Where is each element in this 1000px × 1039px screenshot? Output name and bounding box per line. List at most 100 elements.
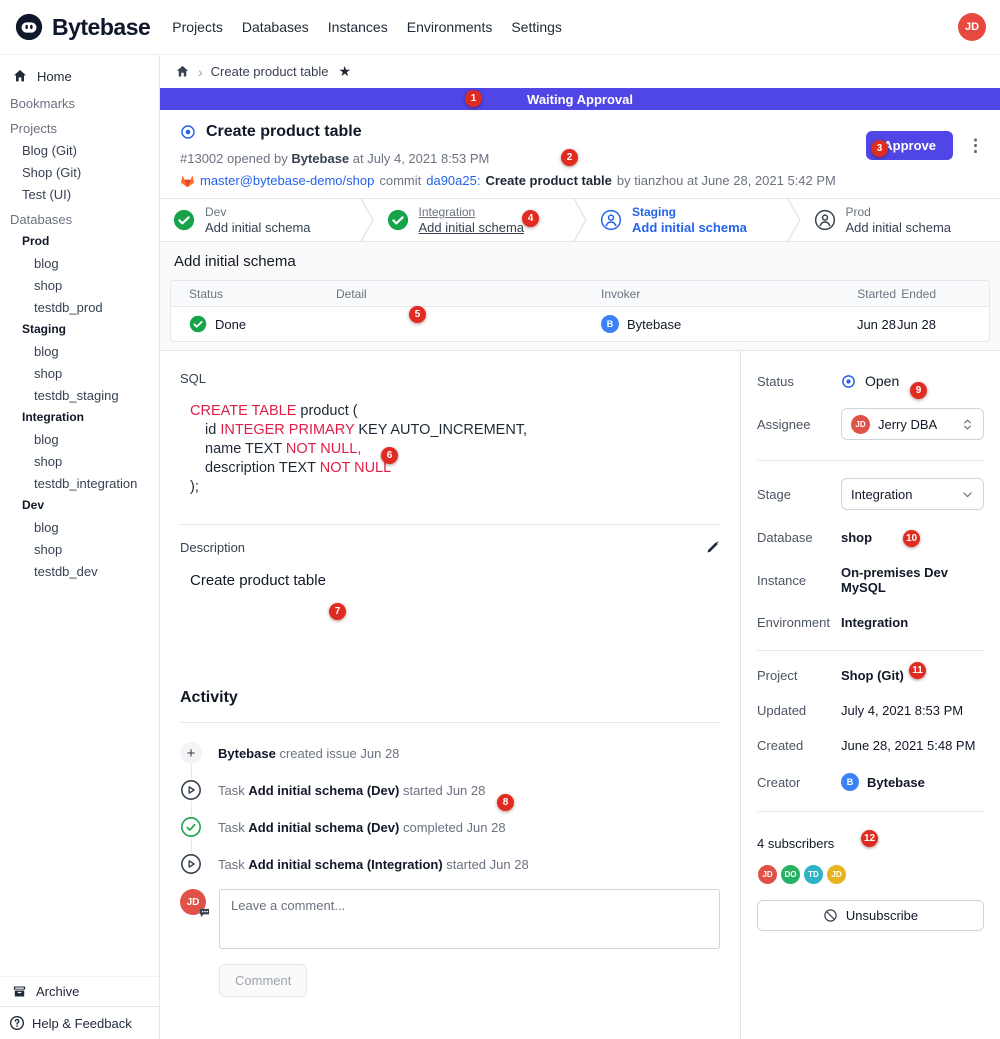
- sidebar-db-item[interactable]: shop: [0, 362, 159, 384]
- stage-integration[interactable]: Integration Add initial schema: [374, 199, 574, 241]
- stage-prod[interactable]: Prod Add initial schema: [801, 199, 1000, 241]
- status-value: Open: [865, 373, 899, 389]
- activity-item: Task Add initial schema (Dev) completed …: [180, 815, 720, 839]
- sql-text: KEY AUTO_INCREMENT,: [354, 422, 527, 438]
- issue-detail-column: SQL CREATE TABLE product ( id INTEGER PR…: [160, 351, 740, 1039]
- stage-task-label: Add initial schema: [205, 220, 311, 235]
- sidebar-item-label: Help & Feedback: [32, 1016, 132, 1031]
- column-status: Status: [171, 287, 336, 301]
- stage-staging[interactable]: Staging Add initial schema: [587, 199, 787, 241]
- approval-banner: Waiting Approval: [160, 88, 1000, 110]
- commit-title: Create product table: [485, 173, 611, 188]
- nav-item-environments[interactable]: Environments: [407, 19, 493, 35]
- sidebar-item-blog-git[interactable]: Blog (Git): [0, 139, 159, 161]
- creator-label: Creator: [757, 775, 841, 790]
- creator-avatar: B: [841, 773, 859, 791]
- sql-text: description TEXT: [205, 460, 320, 476]
- sidebar-env-staging: Staging: [0, 318, 159, 340]
- subscriber-avatar: JD: [826, 864, 847, 885]
- stage-task-label: Add initial schema: [632, 220, 747, 235]
- sidebar-db-item[interactable]: testdb_prod: [0, 296, 159, 318]
- nav-item-projects[interactable]: Projects: [172, 19, 223, 35]
- sidebar-item-test-ui[interactable]: Test (UI): [0, 183, 159, 205]
- nav-item-settings[interactable]: Settings: [511, 19, 562, 35]
- sidebar-item-shop-git[interactable]: Shop (Git): [0, 161, 159, 183]
- subscriber-avatar: JD: [757, 864, 778, 885]
- archive-icon: [12, 984, 27, 999]
- divider: [757, 460, 984, 461]
- sidebar-db-item[interactable]: shop: [0, 450, 159, 472]
- comment-button[interactable]: Comment: [219, 964, 307, 997]
- stage-select[interactable]: Integration: [841, 478, 984, 510]
- description-label: Description: [180, 540, 245, 555]
- task-heading: Add initial schema: [174, 253, 990, 270]
- kebab-menu-icon[interactable]: ⋮: [963, 136, 988, 156]
- commit-branch-link[interactable]: master@bytebase-demo/shop: [200, 173, 374, 188]
- sidebar-db-item[interactable]: shop: [0, 274, 159, 296]
- project-label: Project: [757, 668, 841, 683]
- assignee-value: Jerry DBA: [878, 417, 953, 432]
- activity-pre: Task: [218, 783, 245, 798]
- sidebar-item-help-feedback[interactable]: Help & Feedback: [0, 1006, 159, 1039]
- task-row[interactable]: Done B Bytebase Jun 28 Jun 28: [171, 307, 989, 341]
- stage-env-label: Integration: [419, 205, 525, 219]
- bytebase-logo-icon: [14, 12, 44, 42]
- stage-dev[interactable]: Dev Add initial schema: [160, 199, 360, 241]
- sidebar-env-integration: Integration: [0, 406, 159, 428]
- sidebar-db-item[interactable]: testdb_dev: [0, 560, 159, 582]
- issue-sidebar: Status Open Assignee JD Jerry DBA: [740, 351, 1000, 1039]
- divider: [180, 524, 720, 525]
- annotation-marker: 12: [861, 830, 878, 847]
- sql-text: name TEXT: [205, 441, 286, 457]
- stage-pending-user-icon: [814, 209, 836, 231]
- help-icon: [9, 1015, 25, 1031]
- issue-meta-prefix: #13002 opened by: [180, 151, 288, 166]
- bookmark-star-icon[interactable]: ★: [338, 63, 351, 80]
- sidebar-db-item[interactable]: blog: [0, 516, 159, 538]
- invoker-avatar: B: [601, 315, 619, 333]
- play-circle-icon: [180, 853, 202, 875]
- sidebar-section-projects: Projects: [0, 117, 159, 139]
- avatar-initials: JD: [187, 897, 200, 908]
- unsubscribe-button[interactable]: Unsubscribe: [757, 900, 984, 931]
- check-circle-icon: [180, 816, 202, 838]
- breadcrumb-separator-icon: ›: [198, 64, 203, 80]
- user-avatar[interactable]: JD: [958, 13, 986, 41]
- activity-text: completed Jun 28: [403, 820, 506, 835]
- assignee-select[interactable]: JD Jerry DBA: [841, 408, 984, 440]
- sql-text: product (: [296, 403, 357, 419]
- activity-item: + Bytebase created issue Jun 28: [180, 741, 720, 765]
- sidebar-db-item[interactable]: testdb_integration: [0, 472, 159, 494]
- project-value[interactable]: Shop (Git): [841, 668, 904, 683]
- sidebar-env-prod: Prod: [0, 230, 159, 252]
- environment-value[interactable]: Integration: [841, 615, 908, 630]
- breadcrumb-page[interactable]: Create product table: [211, 64, 329, 79]
- breadcrumb: › Create product table ★: [160, 55, 1000, 88]
- sql-keyword: NOT NULL: [320, 460, 391, 476]
- column-invoker: Invoker: [601, 287, 801, 301]
- sidebar-item-home[interactable]: Home: [0, 63, 159, 89]
- instance-value[interactable]: On-premises Dev MySQL: [841, 565, 984, 595]
- breadcrumb-home-icon[interactable]: [175, 64, 190, 79]
- annotation-marker: 10: [903, 530, 920, 547]
- sidebar-db-item[interactable]: testdb_staging: [0, 384, 159, 406]
- plus-icon: +: [180, 742, 202, 764]
- nav-item-databases[interactable]: Databases: [242, 19, 309, 35]
- sidebar-db-item[interactable]: blog: [0, 252, 159, 274]
- issue-open-icon: [180, 124, 196, 140]
- edit-pencil-icon[interactable]: [705, 540, 720, 555]
- sidebar-item-archive[interactable]: Archive: [0, 977, 159, 1006]
- issue-meta-author: Bytebase: [291, 151, 349, 166]
- sidebar-db-item[interactable]: shop: [0, 538, 159, 560]
- stage-env-label: Prod: [846, 205, 952, 219]
- sidebar-section-databases: Databases: [0, 208, 159, 230]
- nav-item-instances[interactable]: Instances: [328, 19, 388, 35]
- stage-chevron-icon: [360, 199, 374, 241]
- sidebar-db-item[interactable]: blog: [0, 428, 159, 450]
- database-value[interactable]: shop: [841, 530, 872, 545]
- approval-banner-text: Waiting Approval: [527, 92, 633, 107]
- comment-input[interactable]: [219, 889, 720, 949]
- commit-hash-link[interactable]: da90a25:: [426, 173, 480, 188]
- sidebar-db-item[interactable]: blog: [0, 340, 159, 362]
- bytebase-logo[interactable]: Bytebase: [14, 12, 150, 42]
